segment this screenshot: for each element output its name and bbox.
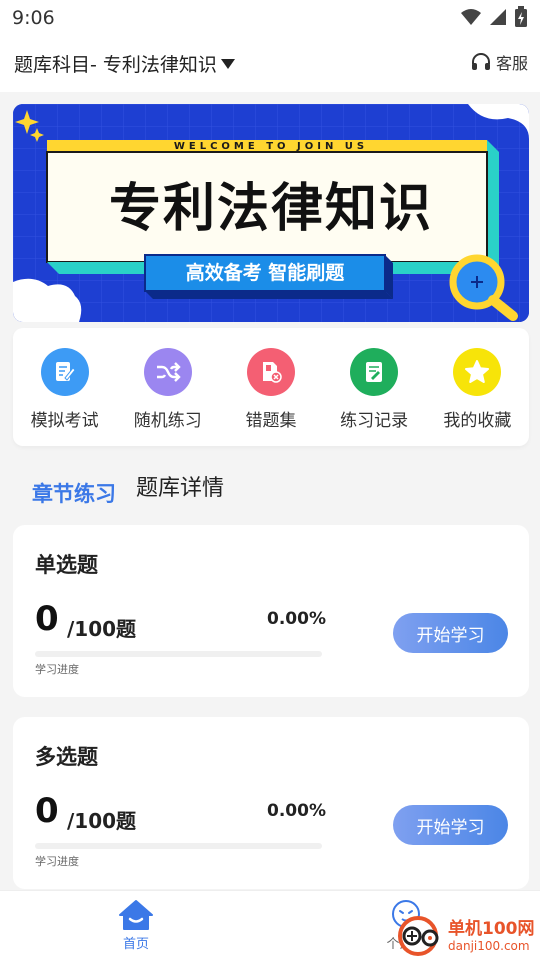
quick-item-wrong-questions[interactable]: 错题集	[221, 348, 321, 446]
banner-welcome: WELCOME TO JOIN US	[173, 141, 369, 152]
watermark-logo-icon	[398, 916, 439, 956]
dropdown-triangle-icon	[220, 58, 235, 69]
banner-subtitle: 高效备考 智能刷题	[185, 262, 345, 284]
watermark-text: 单机100网 danji100.com	[448, 918, 535, 953]
quick-item-mock-exam[interactable]: 模拟考试	[15, 348, 115, 446]
tab-chapter-practice[interactable]: 章节练习	[32, 478, 116, 508]
wrong-file-icon	[262, 362, 282, 383]
total-count: /100题	[67, 809, 137, 833]
mock-exam-label: 模拟考试	[30, 411, 99, 431]
done-count: 0	[35, 791, 59, 831]
progress-percent: 0.00%	[267, 609, 326, 629]
customer-service-button[interactable]: 客服	[470, 50, 528, 74]
quick-item-practice-record[interactable]: 练习记录	[324, 348, 424, 446]
question-type-card-single: 单选题 0 /100题 0.00% 学习进度 开始学习	[13, 525, 529, 697]
question-type-card-multiple: 多选题 0 /100题 0.00% 学习进度 开始学习	[13, 717, 529, 889]
progress-percent: 0.00%	[267, 801, 326, 821]
star-icon	[465, 360, 490, 383]
watermark-name: 单机100网	[448, 918, 535, 939]
practice-record-badge	[350, 348, 399, 396]
site-watermark: 单机100网 danji100.com	[396, 912, 540, 960]
start-study-button[interactable]: 开始学习	[393, 613, 508, 653]
record-note-icon	[366, 362, 383, 382]
progress-bar	[35, 651, 322, 657]
start-study-button[interactable]: 开始学习	[393, 805, 508, 845]
quick-item-favorites[interactable]: 我的收藏	[427, 348, 527, 446]
practice-record-label: 练习记录	[340, 411, 409, 431]
wrong-questions-label: 错题集	[245, 411, 297, 431]
headset-icon	[471, 53, 490, 70]
total-count: /100题	[67, 617, 137, 641]
quick-access-panel: 模拟考试 随机练习 错题集 练习记录 我的收藏	[13, 328, 529, 446]
card-title: 单选题	[35, 553, 98, 577]
quick-item-random-practice[interactable]: 随机练习	[118, 348, 218, 446]
banner-title: 专利法律知识	[108, 179, 433, 239]
watermark-url: danji100.com	[448, 938, 530, 953]
status-bar: 9:06	[0, 0, 540, 36]
card-title: 多选题	[35, 745, 98, 769]
wifi-icon	[461, 9, 481, 25]
wrong-questions-badge	[246, 348, 295, 396]
mock-exam-badge	[40, 348, 89, 396]
progress-bar	[35, 843, 322, 849]
exam-edit-icon	[55, 362, 76, 381]
subject-banner: WELCOME TO JOIN US 专利法律知识 高效备考 智能刷题	[13, 104, 529, 322]
signal-icon	[490, 9, 506, 25]
nav-home[interactable]: 首页	[110, 899, 162, 952]
home-icon	[119, 900, 153, 930]
customer-service-label: 客服	[495, 54, 528, 73]
random-practice-badge	[143, 348, 192, 396]
status-icons	[460, 6, 528, 28]
status-time: 9:06	[12, 7, 55, 29]
progress-label: 学习进度	[35, 663, 79, 676]
done-count: 0	[35, 599, 59, 639]
nav-home-label: 首页	[122, 937, 149, 952]
favorites-label: 我的收藏	[443, 411, 512, 431]
subject-title: 题库科目- 专利法律知识	[14, 54, 217, 76]
header: 题库科目- 专利法律知识 客服	[0, 36, 540, 92]
shuffle-icon	[156, 362, 181, 382]
progress-label: 学习进度	[35, 855, 79, 868]
tab-bank-details[interactable]: 题库详情	[136, 470, 224, 502]
battery-icon	[515, 6, 527, 27]
favorites-badge	[453, 348, 502, 396]
subject-selector[interactable]: 题库科目- 专利法律知识	[14, 50, 235, 77]
section-tabs: 章节练习 题库详情	[32, 470, 224, 508]
random-practice-label: 随机练习	[133, 411, 202, 431]
